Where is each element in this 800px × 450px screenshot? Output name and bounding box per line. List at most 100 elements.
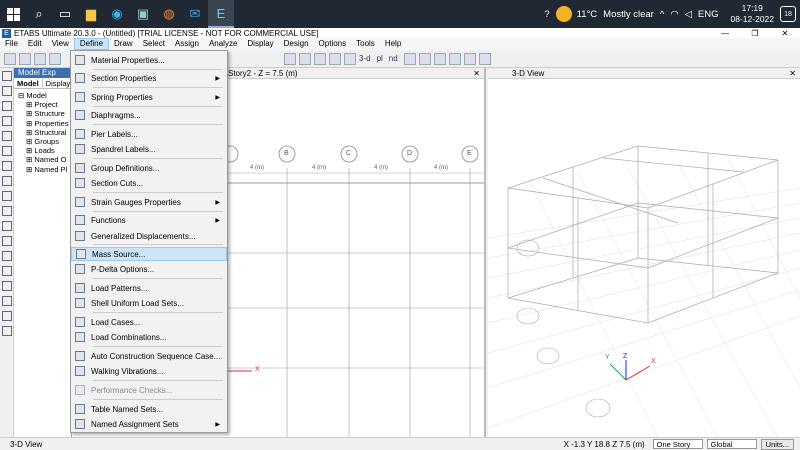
menu-item-group-definitions[interactable]: Group Definitions... — [71, 161, 227, 175]
zoom-out-icon[interactable] — [448, 52, 461, 65]
etabs-icon[interactable]: E — [208, 0, 234, 28]
menu-item-table-named-sets[interactable]: Table Named Sets... — [71, 402, 227, 416]
menu-item-mass-source[interactable]: Mass Source... — [71, 247, 227, 261]
menu-item-material-properties[interactable]: Material Properties... — [71, 53, 227, 67]
volume-icon[interactable]: ◁ — [685, 9, 692, 20]
menu-draw[interactable]: Draw — [109, 38, 138, 50]
draw-link-icon[interactable] — [2, 221, 12, 231]
mail-icon[interactable]: ✉ — [182, 0, 208, 28]
down-arrow-icon[interactable] — [344, 52, 356, 65]
display-options-icon[interactable] — [478, 52, 491, 65]
edge-icon[interactable]: ◉ — [104, 0, 130, 28]
menu-options[interactable]: Options — [314, 38, 352, 50]
menu-item-load-cases[interactable]: Load Cases... — [71, 315, 227, 329]
plan-view-button[interactable]: pl — [377, 54, 383, 63]
menu-view[interactable]: View — [47, 38, 74, 50]
menu-define[interactable]: Define — [73, 38, 110, 50]
menu-tools[interactable]: Tools — [351, 38, 380, 50]
tree-item[interactable]: ⊞ Properties — [18, 119, 71, 128]
menu-display[interactable]: Display — [242, 38, 278, 50]
search-icon[interactable]: ⌕ — [26, 0, 52, 28]
tree-item[interactable]: ⊞ Groups — [18, 137, 71, 146]
menu-item-functions[interactable]: Functions ▶ — [71, 213, 227, 227]
refresh-icon[interactable] — [284, 52, 296, 65]
draw-spring-icon[interactable] — [2, 326, 12, 336]
help-icon[interactable]: ? — [544, 9, 549, 20]
menu-item-auto-construction-sequence[interactable]: Auto Construction Sequence Case... — [71, 349, 227, 363]
task-view-icon[interactable]: ▭ — [52, 0, 78, 28]
draw-tendon-icon[interactable] — [2, 236, 12, 246]
menu-item-load-patterns[interactable]: Load Patterns... — [71, 281, 227, 295]
menu-item-generalized-displacements[interactable]: Generalized Displacements... — [71, 229, 227, 243]
notification-badge[interactable]: 18 — [780, 6, 796, 22]
menu-assign[interactable]: Assign — [170, 38, 204, 50]
menu-item-diaphragms[interactable]: Diaphragms... — [71, 108, 227, 122]
menu-item-shell-uniform-load-sets[interactable]: Shell Uniform Load Sets... — [71, 296, 227, 310]
menu-edit[interactable]: Edit — [23, 38, 47, 50]
chrome-icon[interactable]: ◍ — [156, 0, 182, 28]
tree-item-model[interactable]: ⊟ Model — [18, 91, 71, 100]
clock[interactable]: 17:19 08-12-2022 — [731, 3, 774, 25]
weather-text[interactable]: Mostly clear — [603, 9, 654, 20]
menu-select[interactable]: Select — [138, 38, 170, 50]
menu-item-strain-gauges[interactable]: Strain Gauges Properties ▶ — [71, 195, 227, 209]
reshape-icon[interactable] — [2, 86, 12, 96]
lock-icon[interactable] — [299, 52, 311, 65]
network-icon[interactable]: ◠ — [670, 9, 678, 20]
pointer-icon[interactable] — [2, 71, 12, 81]
weather-temp[interactable]: 11°C — [577, 9, 598, 20]
draw-brace-icon[interactable] — [2, 161, 12, 171]
up-arrow-icon[interactable] — [329, 52, 341, 65]
menu-help[interactable]: Help — [380, 38, 406, 50]
run-icon[interactable] — [314, 52, 326, 65]
menu-item-load-combinations[interactable]: Load Combinations... — [71, 330, 227, 344]
draw-reference-icon[interactable] — [2, 266, 12, 276]
new-model-icon[interactable] — [4, 52, 16, 65]
3d-view-pane[interactable]: 3-D View ✕ Y Z X — [488, 68, 800, 438]
elevation-view-button[interactable]: nd — [389, 54, 398, 63]
draw-joint-icon[interactable] — [2, 101, 12, 111]
menu-analyze[interactable]: Analyze — [204, 38, 242, 50]
draw-dimension-icon[interactable] — [2, 251, 12, 261]
close-button[interactable]: ✕ — [770, 29, 800, 38]
draw-section-cut-icon[interactable] — [2, 281, 12, 291]
menu-item-section-cuts[interactable]: Section Cuts... — [71, 176, 227, 190]
tree-item[interactable]: ⊞ Named Pl — [18, 165, 71, 174]
tree-item[interactable]: ⊞ Structural — [18, 128, 71, 137]
windows-start-icon[interactable] — [0, 0, 26, 28]
menu-item-section-properties[interactable]: Section Properties ▶ — [71, 71, 227, 85]
menu-item-spandrel-labels[interactable]: Spandrel Labels... — [71, 142, 227, 156]
undo-icon[interactable] — [49, 52, 61, 65]
tab-display[interactable]: Display — [43, 78, 71, 88]
draw-wall-icon[interactable] — [2, 191, 12, 201]
menu-item-pdelta-options[interactable]: P-Delta Options... — [71, 262, 227, 276]
rotate-icon[interactable] — [403, 52, 416, 65]
menu-item-pier-labels[interactable]: Pier Labels... — [71, 127, 227, 141]
menu-file[interactable]: File — [0, 38, 23, 50]
perspective-icon[interactable] — [418, 52, 431, 65]
menu-item-spring-properties[interactable]: Spring Properties ▶ — [71, 90, 227, 104]
tree-item[interactable]: ⊞ Structure — [18, 109, 71, 118]
3d-view-button[interactable]: 3-d — [359, 54, 371, 63]
draw-opening-icon[interactable] — [2, 206, 12, 216]
menu-design[interactable]: Design — [279, 38, 314, 50]
story-select[interactable]: One Story — [652, 439, 703, 449]
tree-item[interactable]: ⊞ Project — [18, 100, 71, 109]
language-indicator[interactable]: ENG — [698, 9, 719, 20]
draw-frame-icon[interactable] — [2, 116, 12, 126]
coord-system-select[interactable]: Global — [706, 439, 757, 449]
draw-floor-icon[interactable] — [2, 176, 12, 186]
minimize-button[interactable]: — — [710, 29, 740, 38]
tray-chevron-icon[interactable]: ^ — [660, 9, 664, 20]
open-icon[interactable] — [19, 52, 31, 65]
tree-item[interactable]: ⊞ Loads — [18, 146, 71, 155]
draw-wall-stack-icon[interactable] — [2, 311, 12, 321]
draw-column-icon[interactable] — [2, 131, 12, 141]
units-button[interactable]: Units... — [760, 438, 794, 450]
menu-item-walking-vibrations[interactable]: Walking Vibrations... — [71, 364, 227, 378]
draw-grid-icon[interactable] — [2, 296, 12, 306]
tab-model[interactable]: Model — [14, 78, 43, 88]
store-icon[interactable]: ▣ — [130, 0, 156, 28]
menu-item-named-assignment-sets[interactable]: Named Assignment Sets ▶ — [71, 417, 227, 431]
explorer-icon[interactable]: ▆ — [78, 0, 104, 28]
